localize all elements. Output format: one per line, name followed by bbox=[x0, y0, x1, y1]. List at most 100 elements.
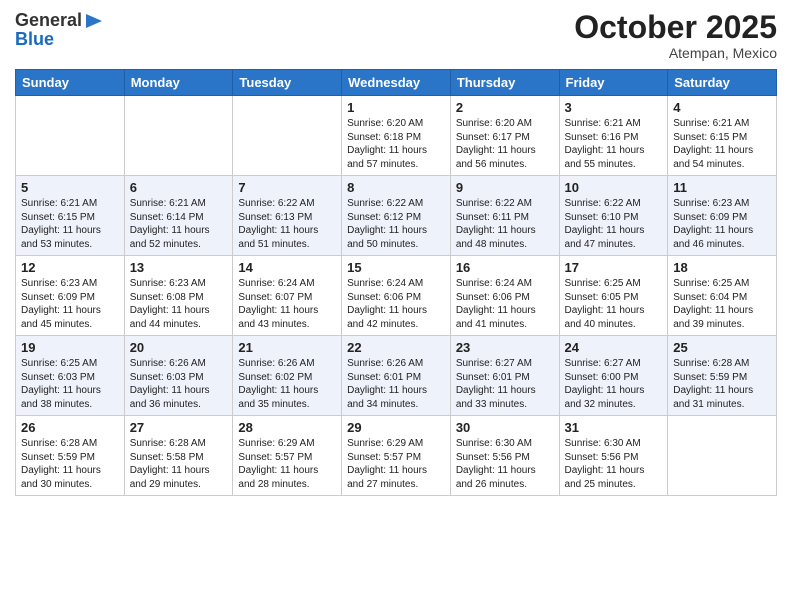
day-info: Sunrise: 6:24 AM Sunset: 6:06 PM Dayligh… bbox=[347, 277, 445, 331]
day-info: Sunrise: 6:25 AM Sunset: 6:03 PM Dayligh… bbox=[21, 357, 119, 411]
day-info: Sunrise: 6:23 AM Sunset: 6:09 PM Dayligh… bbox=[21, 277, 119, 331]
logo-general-text: General bbox=[15, 10, 82, 31]
day-info: Sunrise: 6:22 AM Sunset: 6:12 PM Dayligh… bbox=[347, 197, 445, 251]
calendar-cell bbox=[16, 96, 125, 176]
day-number: 21 bbox=[238, 340, 336, 355]
day-number: 6 bbox=[130, 180, 228, 195]
calendar-cell: 11 Sunrise: 6:23 AM Sunset: 6:09 PM Dayli… bbox=[668, 176, 777, 256]
day-info: Sunrise: 6:29 AM Sunset: 5:57 PM Dayligh… bbox=[238, 437, 336, 491]
page: General Blue October 2025 Atempan, Mexic… bbox=[0, 0, 792, 612]
calendar-cell: 2 Sunrise: 6:20 AM Sunset: 6:17 PM Daylig… bbox=[450, 96, 559, 176]
calendar-cell: 8 Sunrise: 6:22 AM Sunset: 6:12 PM Daylig… bbox=[342, 176, 451, 256]
calendar-cell: 18Sunrise: 6:25 AM Sunset: 6:04 PM Dayli… bbox=[668, 256, 777, 336]
calendar-cell: 14 Sunrise: 6:24 AM Sunset: 6:07 PM Dayli… bbox=[233, 256, 342, 336]
day-number: 16 bbox=[456, 260, 554, 275]
calendar-cell: 25Sunrise: 6:28 AM Sunset: 5:59 PM Dayli… bbox=[668, 336, 777, 416]
day-number: 20 bbox=[130, 340, 228, 355]
calendar-cell: 21 Sunrise: 6:26 AM Sunset: 6:02 PM Dayli… bbox=[233, 336, 342, 416]
day-info: Sunrise: 6:20 AM Sunset: 6:18 PM Dayligh… bbox=[347, 117, 445, 171]
day-number: 1 bbox=[347, 100, 445, 115]
day-number: 2 bbox=[456, 100, 554, 115]
day-info: Sunrise: 6:21 AM Sunset: 6:16 PM Dayligh… bbox=[565, 117, 663, 171]
calendar-week-5: 26 Sunrise: 6:28 AM Sunset: 5:59 PM Dayli… bbox=[16, 416, 777, 496]
day-info: Sunrise: 6:27 AM Sunset: 6:00 PM Dayligh… bbox=[565, 357, 663, 411]
logo: General Blue bbox=[15, 10, 104, 50]
day-number: 14 bbox=[238, 260, 336, 275]
day-number: 11 bbox=[673, 180, 771, 195]
day-info: Sunrise: 6:26 AM Sunset: 6:02 PM Dayligh… bbox=[238, 357, 336, 411]
day-info: Sunrise: 6:21 AM Sunset: 6:15 PM Dayligh… bbox=[21, 197, 119, 251]
calendar-header-thursday: Thursday bbox=[450, 70, 559, 96]
calendar-cell: 15Sunrise: 6:24 AM Sunset: 6:06 PM Dayli… bbox=[342, 256, 451, 336]
calendar-cell: 10Sunrise: 6:22 AM Sunset: 6:10 PM Dayli… bbox=[559, 176, 668, 256]
month-title: October 2025 bbox=[574, 10, 777, 45]
location: Atempan, Mexico bbox=[574, 45, 777, 61]
calendar-cell: 26 Sunrise: 6:28 AM Sunset: 5:59 PM Dayli… bbox=[16, 416, 125, 496]
calendar-header-wednesday: Wednesday bbox=[342, 70, 451, 96]
day-info: Sunrise: 6:26 AM Sunset: 6:01 PM Dayligh… bbox=[347, 357, 445, 411]
day-number: 30 bbox=[456, 420, 554, 435]
day-number: 22 bbox=[347, 340, 445, 355]
calendar-cell: 16 Sunrise: 6:24 AM Sunset: 6:06 PM Dayli… bbox=[450, 256, 559, 336]
day-number: 9 bbox=[456, 180, 554, 195]
day-info: Sunrise: 6:21 AM Sunset: 6:15 PM Dayligh… bbox=[673, 117, 771, 171]
day-info: Sunrise: 6:27 AM Sunset: 6:01 PM Dayligh… bbox=[456, 357, 554, 411]
calendar-header-tuesday: Tuesday bbox=[233, 70, 342, 96]
day-info: Sunrise: 6:20 AM Sunset: 6:17 PM Dayligh… bbox=[456, 117, 554, 171]
day-number: 26 bbox=[21, 420, 119, 435]
day-info: Sunrise: 6:25 AM Sunset: 6:05 PM Dayligh… bbox=[565, 277, 663, 331]
day-number: 4 bbox=[673, 100, 771, 115]
calendar-cell: 1 Sunrise: 6:20 AM Sunset: 6:18 PM Daylig… bbox=[342, 96, 451, 176]
day-info: Sunrise: 6:28 AM Sunset: 5:58 PM Dayligh… bbox=[130, 437, 228, 491]
calendar-week-2: 5 Sunrise: 6:21 AM Sunset: 6:15 PM Daylig… bbox=[16, 176, 777, 256]
day-info: Sunrise: 6:30 AM Sunset: 5:56 PM Dayligh… bbox=[456, 437, 554, 491]
calendar-header-row: SundayMondayTuesdayWednesdayThursdayFrid… bbox=[16, 70, 777, 96]
day-number: 13 bbox=[130, 260, 228, 275]
day-number: 31 bbox=[565, 420, 663, 435]
calendar-cell: 6 Sunrise: 6:21 AM Sunset: 6:14 PM Daylig… bbox=[124, 176, 233, 256]
day-number: 12 bbox=[21, 260, 119, 275]
calendar-cell: 3 Sunrise: 6:21 AM Sunset: 6:16 PM Daylig… bbox=[559, 96, 668, 176]
calendar-cell: 28Sunrise: 6:29 AM Sunset: 5:57 PM Dayli… bbox=[233, 416, 342, 496]
day-info: Sunrise: 6:24 AM Sunset: 6:07 PM Dayligh… bbox=[238, 277, 336, 331]
day-info: Sunrise: 6:29 AM Sunset: 5:57 PM Dayligh… bbox=[347, 437, 445, 491]
calendar-cell: 13Sunrise: 6:23 AM Sunset: 6:08 PM Dayli… bbox=[124, 256, 233, 336]
day-number: 17 bbox=[565, 260, 663, 275]
calendar-header-sunday: Sunday bbox=[16, 70, 125, 96]
day-number: 27 bbox=[130, 420, 228, 435]
calendar-cell: 9 Sunrise: 6:22 AM Sunset: 6:11 PM Daylig… bbox=[450, 176, 559, 256]
title-block: October 2025 Atempan, Mexico bbox=[574, 10, 777, 61]
day-info: Sunrise: 6:30 AM Sunset: 5:56 PM Dayligh… bbox=[565, 437, 663, 491]
day-number: 3 bbox=[565, 100, 663, 115]
day-number: 7 bbox=[238, 180, 336, 195]
calendar-cell: 30 Sunrise: 6:30 AM Sunset: 5:56 PM Dayli… bbox=[450, 416, 559, 496]
calendar-cell: 19Sunrise: 6:25 AM Sunset: 6:03 PM Dayli… bbox=[16, 336, 125, 416]
calendar-header-saturday: Saturday bbox=[668, 70, 777, 96]
day-info: Sunrise: 6:22 AM Sunset: 6:13 PM Dayligh… bbox=[238, 197, 336, 251]
calendar-header-friday: Friday bbox=[559, 70, 668, 96]
calendar-cell: 29Sunrise: 6:29 AM Sunset: 5:57 PM Dayli… bbox=[342, 416, 451, 496]
calendar-cell: 24 Sunrise: 6:27 AM Sunset: 6:00 PM Dayli… bbox=[559, 336, 668, 416]
calendar-header-monday: Monday bbox=[124, 70, 233, 96]
day-number: 23 bbox=[456, 340, 554, 355]
day-info: Sunrise: 6:23 AM Sunset: 6:09 PM Dayligh… bbox=[673, 197, 771, 251]
logo-blue-text: Blue bbox=[15, 29, 104, 50]
calendar-cell: 27 Sunrise: 6:28 AM Sunset: 5:58 PM Dayli… bbox=[124, 416, 233, 496]
day-info: Sunrise: 6:24 AM Sunset: 6:06 PM Dayligh… bbox=[456, 277, 554, 331]
calendar-cell: 5 Sunrise: 6:21 AM Sunset: 6:15 PM Daylig… bbox=[16, 176, 125, 256]
calendar-cell: 31 Sunrise: 6:30 AM Sunset: 5:56 PM Dayli… bbox=[559, 416, 668, 496]
day-info: Sunrise: 6:28 AM Sunset: 5:59 PM Dayligh… bbox=[21, 437, 119, 491]
day-number: 5 bbox=[21, 180, 119, 195]
day-number: 24 bbox=[565, 340, 663, 355]
calendar-cell: 23 Sunrise: 6:27 AM Sunset: 6:01 PM Dayli… bbox=[450, 336, 559, 416]
day-number: 8 bbox=[347, 180, 445, 195]
calendar-cell bbox=[124, 96, 233, 176]
header: General Blue October 2025 Atempan, Mexic… bbox=[15, 10, 777, 61]
day-info: Sunrise: 6:21 AM Sunset: 6:14 PM Dayligh… bbox=[130, 197, 228, 251]
day-info: Sunrise: 6:22 AM Sunset: 6:11 PM Dayligh… bbox=[456, 197, 554, 251]
logo-arrow-icon bbox=[84, 12, 104, 30]
calendar-week-4: 19Sunrise: 6:25 AM Sunset: 6:03 PM Dayli… bbox=[16, 336, 777, 416]
calendar-week-3: 12 Sunrise: 6:23 AM Sunset: 6:09 PM Dayli… bbox=[16, 256, 777, 336]
calendar-cell bbox=[668, 416, 777, 496]
day-number: 18 bbox=[673, 260, 771, 275]
